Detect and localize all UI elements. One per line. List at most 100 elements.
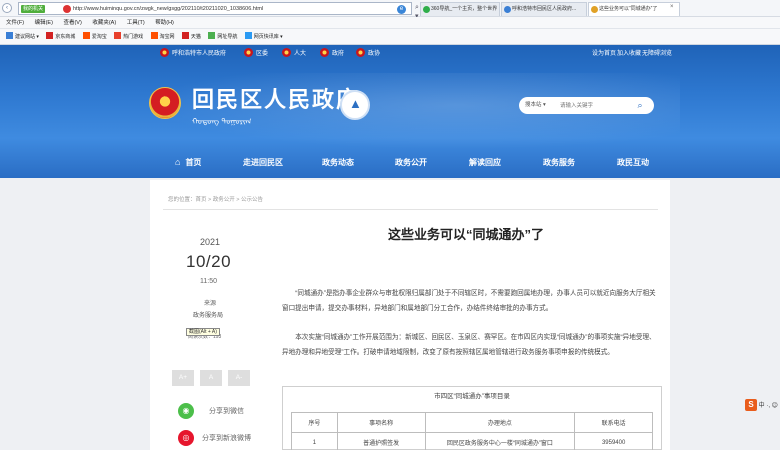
article-title: 这些业务可以“同城通办”了 (388, 227, 545, 242)
compat-mode-icon[interactable]: e (397, 5, 406, 14)
link-district-party[interactable]: 区委 (244, 45, 268, 63)
site-search: 搜本站 ▾ ⌕ (519, 97, 654, 114)
link-municipal-gov[interactable]: 呼和浩特市人民政府 (160, 45, 226, 63)
nav-news[interactable]: 政务动态 (322, 147, 354, 178)
table-cell: 回民区政务服务中心一楼“同城通办”窗口 (424, 432, 576, 450)
nav-intro[interactable]: 走进回民区 (243, 147, 283, 178)
site-header: 呼和浩特市人民政府 区委 人大 政府 政协 设为首页 加入收藏 无障碍浏览 回民… (0, 45, 780, 178)
matters-table-box: 市四区“同城通办”事项目录 序号 事项名称 办理地点 联系电话 1 普通护照签发… (282, 386, 662, 450)
tab-huimin-gov[interactable]: 呼和浩特市回民区人民政府... (501, 2, 587, 16)
ime-label: 中 ·, 😊 (758, 403, 778, 409)
tab-label: 360导航_一个主页，整个世界 (431, 6, 498, 12)
fav-taobao[interactable]: 淘宝网 (150, 29, 175, 45)
table-row: 1 普通护照签发 回民区政务服务中心一楼“同城通办”窗口 3959400 (291, 432, 653, 450)
url-text[interactable]: http://www.huiminqu.gov.cn/zwgk_new/gsgg… (73, 4, 263, 14)
fav-label: 热门游戏 (123, 34, 144, 40)
emblem-icon (356, 48, 365, 57)
table-header-row: 序号 事项名称 办理地点 联系电话 (291, 412, 653, 433)
link-npc[interactable]: 人大 (282, 45, 306, 63)
date-time: 11:50 (200, 278, 217, 285)
nav-interpretation[interactable]: 解读回应 (469, 147, 501, 178)
tab-360-icon (423, 6, 430, 13)
search-icon[interactable]: ⌕ (626, 97, 654, 114)
favorites-bar: 建议网站 ▾ 京东商城 爱淘宝 热门游戏 淘宝网 天猫 网址导航 网页快讯库 ▾ (0, 29, 780, 45)
menu-tools[interactable]: 工具(T) (127, 20, 145, 26)
table-header: 序号 (291, 412, 338, 433)
emblem-icon (282, 48, 291, 57)
breadcrumb[interactable]: 您的位置：首页 > 政务公开 > 公示公告 (168, 195, 263, 203)
font-larger-button[interactable]: A+ (172, 370, 194, 386)
link-cppcc[interactable]: 政协 (356, 45, 380, 63)
fav-nav[interactable]: 网址导航 (208, 29, 237, 45)
search-input[interactable] (560, 99, 620, 112)
nav-home[interactable]: ⌂ 首页 (175, 147, 201, 178)
share-label: 分享到新浪微博 (202, 435, 251, 442)
link-label: 政协 (368, 51, 381, 57)
article-paragraph: “同城通办”是指办事企业群众与审批权限归属部门处于不同辖区时，不需要跑回属地办理… (282, 290, 656, 312)
divider (163, 209, 658, 210)
tab-gov-icon (504, 6, 511, 13)
tab-article-icon (591, 6, 598, 13)
tab-article[interactable]: 这些业务可以“同城通办”了 (588, 2, 680, 16)
nav-disclosure[interactable]: 政务公开 (395, 147, 427, 178)
top-links-bar: 呼和浩特市人民政府 区委 人大 政府 政协 设为首页 加入收藏 无障碍浏览 (0, 45, 780, 63)
tab-360-nav[interactable]: 360导航_一个主页，整个世界 (420, 2, 500, 16)
sogou-ime-icon: S (745, 399, 757, 411)
fav-tmall[interactable]: 天猫 (181, 29, 201, 45)
district-logo (340, 90, 370, 120)
menu-edit[interactable]: 编辑(E) (35, 20, 53, 26)
table-cell: 3959400 (574, 432, 653, 450)
nav-label: 首页 (185, 158, 202, 167)
menu-bar: 文件(F) 编辑(E) 查看(V) 收藏夹(A) 工具(T) 帮助(H) (0, 17, 780, 29)
site-badge: 我的机关 (21, 5, 46, 13)
link-accessibility[interactable]: 无障碍浏览 (642, 45, 672, 63)
nav-interaction[interactable]: 政民互动 (617, 147, 649, 178)
search-scope-select[interactable]: 搜本站 ▾ (525, 97, 546, 114)
table-header: 办理地点 (424, 412, 576, 433)
menu-favorites[interactable]: 收藏夹(A) (92, 20, 116, 26)
link-government[interactable]: 政府 (320, 45, 344, 63)
link-label: 区委 (256, 51, 269, 57)
wechat-icon: ◉ (178, 403, 194, 419)
table-caption: 市四区“同城通办”事项目录 (434, 393, 510, 400)
close-tab-icon[interactable]: × (670, 4, 674, 10)
address-bar[interactable]: 我的机关 http://www.huiminqu.gov.cn/zwgk_new… (18, 2, 421, 35)
fav-games[interactable]: 热门游戏 (114, 29, 143, 45)
source-label: 来源 (204, 301, 217, 307)
fav-jd[interactable]: 京东商城 (46, 29, 75, 45)
fav-aitaobao[interactable]: 爱淘宝 (82, 29, 107, 45)
link-add-favorite[interactable]: 加入收藏 (617, 45, 641, 63)
fav-icon (208, 32, 216, 39)
fav-webslice[interactable]: 网页快讯库 ▾ (244, 29, 283, 45)
table-header: 事项名称 (336, 412, 426, 433)
fav-icon (181, 32, 189, 39)
fav-icon (82, 32, 90, 39)
fav-label: 网址导航 (217, 34, 238, 40)
menu-file[interactable]: 文件(F) (6, 20, 24, 26)
main-nav: ⌂ 首页 走进回民区 政务动态 政务公开 解读回应 政务服务 政民互动 (0, 147, 780, 178)
fav-label: 建议网站 ▾ (15, 34, 39, 40)
back-button[interactable]: ‹ (2, 3, 12, 13)
ime-toolbar[interactable]: S 中 ·, 😊 (745, 399, 778, 411)
matters-table: 序号 事项名称 办理地点 联系电话 1 普通护照签发 回民区政务服务中心一楼“同… (291, 412, 653, 450)
fav-icon (46, 32, 54, 39)
table-cell: 普通护照签发 (336, 432, 426, 450)
menu-help[interactable]: 帮助(H) (155, 20, 174, 26)
nav-services[interactable]: 政务服务 (543, 147, 575, 178)
fav-label: 淘宝网 (159, 34, 175, 40)
share-wechat[interactable]: ◉ 分享到微信 (178, 403, 278, 419)
fav-icon (244, 32, 252, 39)
site-title: 回民区人民政府 (192, 87, 361, 112)
fav-label: 天猫 (190, 34, 201, 40)
share-weibo[interactable]: ◎ 分享到新浪微博 (178, 430, 278, 446)
site-title-mongolian: ᠬᠣᠲᠣᠩ ᠲᠣᠭᠣᠷᠢᠭ (192, 117, 252, 126)
menu-view[interactable]: 查看(V) (63, 20, 81, 26)
font-normal-button[interactable]: A (200, 370, 222, 386)
fav-suggested[interactable]: 建议网站 ▾ (6, 29, 39, 45)
table-header: 联系电话 (574, 412, 653, 433)
link-label: 人大 (294, 51, 307, 57)
font-smaller-button[interactable]: A- (228, 370, 250, 386)
link-set-home[interactable]: 设为首页 (592, 45, 616, 63)
tab-label: 呼和浩特市回民区人民政府... (512, 6, 577, 12)
link-label: 呼和浩特市人民政府 (172, 51, 227, 57)
